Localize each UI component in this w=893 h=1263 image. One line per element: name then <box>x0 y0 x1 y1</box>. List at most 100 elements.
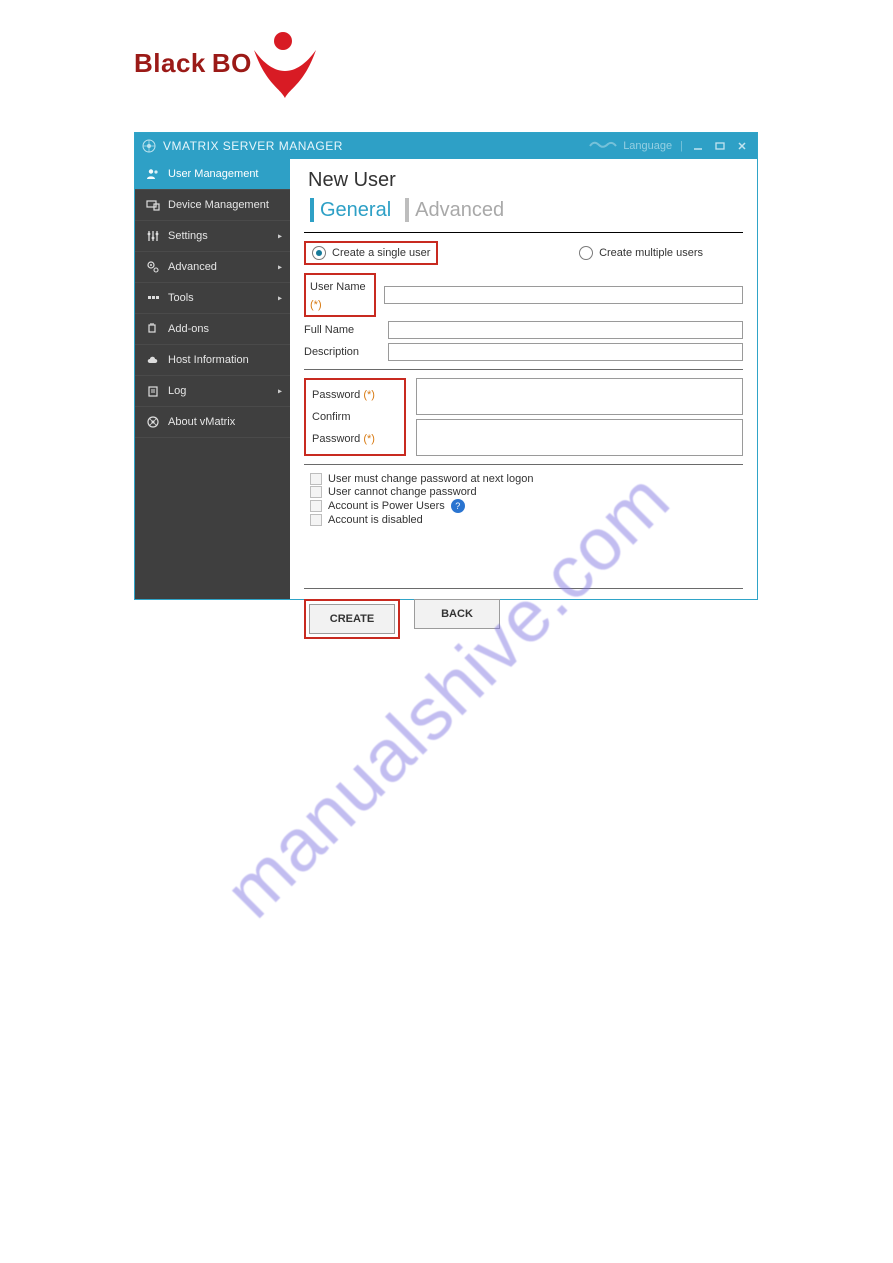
page-title: New User <box>308 169 743 192</box>
brand-swoosh-icon <box>250 48 320 100</box>
close-button[interactable] <box>731 133 753 159</box>
title-bar: VMATRIX SERVER MANAGER Language | <box>135 133 757 159</box>
plugin-icon <box>145 322 161 336</box>
divider <box>304 464 743 465</box>
back-button[interactable]: BACK <box>414 599 500 629</box>
sidebar-item-label: User Management <box>168 168 259 180</box>
tools-icon <box>145 291 161 305</box>
window-title: VMATRIX SERVER MANAGER <box>163 139 343 153</box>
description-input[interactable] <box>388 343 743 361</box>
annotation-highlight-single-user: Create a single user <box>304 241 438 265</box>
username-input[interactable] <box>384 286 743 304</box>
check-power-users[interactable]: Account is Power Users ? <box>310 499 743 513</box>
tab-label: General <box>320 199 391 222</box>
confirm-password-input[interactable] <box>416 419 743 456</box>
user-type-radio-row: Create a single user Create multiple use… <box>304 241 743 265</box>
sidebar-item-about[interactable]: About vMatrix <box>135 407 290 438</box>
check-must-change-password[interactable]: User must change password at next logon <box>310 473 743 485</box>
world-map-icon <box>589 139 617 153</box>
chevron-right-icon: ▸ <box>278 263 282 272</box>
check-label: Account is Power Users <box>328 500 445 512</box>
sidebar-item-tools[interactable]: Tools ▸ <box>135 283 290 314</box>
sliders-icon <box>145 229 161 243</box>
sidebar-item-label: Host Information <box>168 354 249 366</box>
sidebar-item-label: Log <box>168 385 186 397</box>
sidebar: User Management Device Management Settin… <box>135 159 290 599</box>
sidebar-item-host-information[interactable]: Host Information <box>135 345 290 376</box>
sidebar-item-settings[interactable]: Settings ▸ <box>135 221 290 252</box>
divider <box>304 369 743 370</box>
tabs: General Advanced <box>304 198 743 224</box>
sidebar-item-device-management[interactable]: Device Management <box>135 190 290 221</box>
password-input[interactable] <box>416 378 743 415</box>
info-icon <box>145 415 161 429</box>
checkbox-icon <box>310 473 322 485</box>
check-label: User must change password at next logon <box>328 473 533 485</box>
annotation-highlight-username-label: User Name (*) <box>304 273 376 317</box>
sidebar-item-label: Advanced <box>168 261 217 273</box>
app-icon <box>141 138 157 154</box>
tab-advanced[interactable]: Advanced <box>399 198 512 224</box>
tab-indicator <box>405 198 409 222</box>
sidebar-item-label: About vMatrix <box>168 416 235 428</box>
users-icon <box>145 167 161 181</box>
divider <box>304 232 743 233</box>
fullname-input[interactable] <box>388 321 743 339</box>
chevron-right-icon: ▸ <box>278 294 282 303</box>
confirm-password-label: Confirm Password (*) <box>312 406 398 450</box>
gears-icon <box>145 260 161 274</box>
chevron-right-icon: ▸ <box>278 387 282 396</box>
radio-off-icon <box>579 246 593 260</box>
help-icon[interactable]: ? <box>451 499 465 513</box>
tab-label: Advanced <box>415 199 504 222</box>
maximize-button[interactable] <box>709 133 731 159</box>
brand-text-black: Black <box>134 48 206 79</box>
password-label: Password (*) <box>312 384 398 406</box>
check-label: User cannot change password <box>328 486 477 498</box>
check-cannot-change-password[interactable]: User cannot change password <box>310 486 743 498</box>
annotation-highlight-password-labels: Password (*) Confirm Password (*) <box>304 378 406 456</box>
brand-figure <box>250 28 320 98</box>
tab-indicator <box>310 198 314 222</box>
annotation-highlight-create-button: CREATE <box>304 599 400 639</box>
checkbox-icon <box>310 500 322 512</box>
row-fullname: Full Name <box>304 321 743 339</box>
main-panel: New User General Advanced Create a singl… <box>290 159 757 599</box>
app-window: VMATRIX SERVER MANAGER Language | User M… <box>134 132 758 600</box>
row-passwords: Password (*) Confirm Password (*) <box>304 378 743 456</box>
sidebar-item-advanced[interactable]: Advanced ▸ <box>135 252 290 283</box>
sidebar-item-user-management[interactable]: User Management <box>135 159 290 190</box>
check-account-disabled[interactable]: Account is disabled <box>310 514 743 526</box>
radio-label: Create a single user <box>332 247 430 259</box>
sidebar-item-label: Device Management <box>168 199 269 211</box>
row-username: User Name (*) <box>304 273 743 317</box>
sidebar-item-label: Tools <box>168 292 194 304</box>
brand-text-bo: BO <box>212 48 252 79</box>
sidebar-item-log[interactable]: Log ▸ <box>135 376 290 407</box>
sidebar-item-label: Settings <box>168 230 208 242</box>
sidebar-item-addons[interactable]: Add-ons <box>135 314 290 345</box>
minimize-button[interactable] <box>687 133 709 159</box>
description-label: Description <box>304 346 388 358</box>
radio-create-multiple-users[interactable]: Create multiple users <box>579 246 703 260</box>
log-icon <box>145 384 161 398</box>
button-row: CREATE BACK <box>304 599 743 639</box>
checkbox-icon <box>310 514 322 526</box>
window-right-controls: Language | <box>589 133 753 159</box>
radio-label: Create multiple users <box>599 247 703 259</box>
brand-logo: Black BO <box>134 28 320 98</box>
create-button[interactable]: CREATE <box>309 604 395 634</box>
username-label: User Name (*) <box>310 281 366 311</box>
language-button[interactable]: Language <box>623 140 672 152</box>
divider <box>304 588 743 589</box>
radio-on-icon <box>312 246 326 260</box>
devices-icon <box>145 198 161 212</box>
tab-general[interactable]: General <box>304 198 399 224</box>
separator: | <box>680 140 683 152</box>
radio-create-single-user[interactable]: Create a single user <box>312 246 430 260</box>
row-description: Description <box>304 343 743 361</box>
check-label: Account is disabled <box>328 514 423 526</box>
sidebar-item-label: Add-ons <box>168 323 209 335</box>
chevron-right-icon: ▸ <box>278 232 282 241</box>
fullname-label: Full Name <box>304 324 388 336</box>
